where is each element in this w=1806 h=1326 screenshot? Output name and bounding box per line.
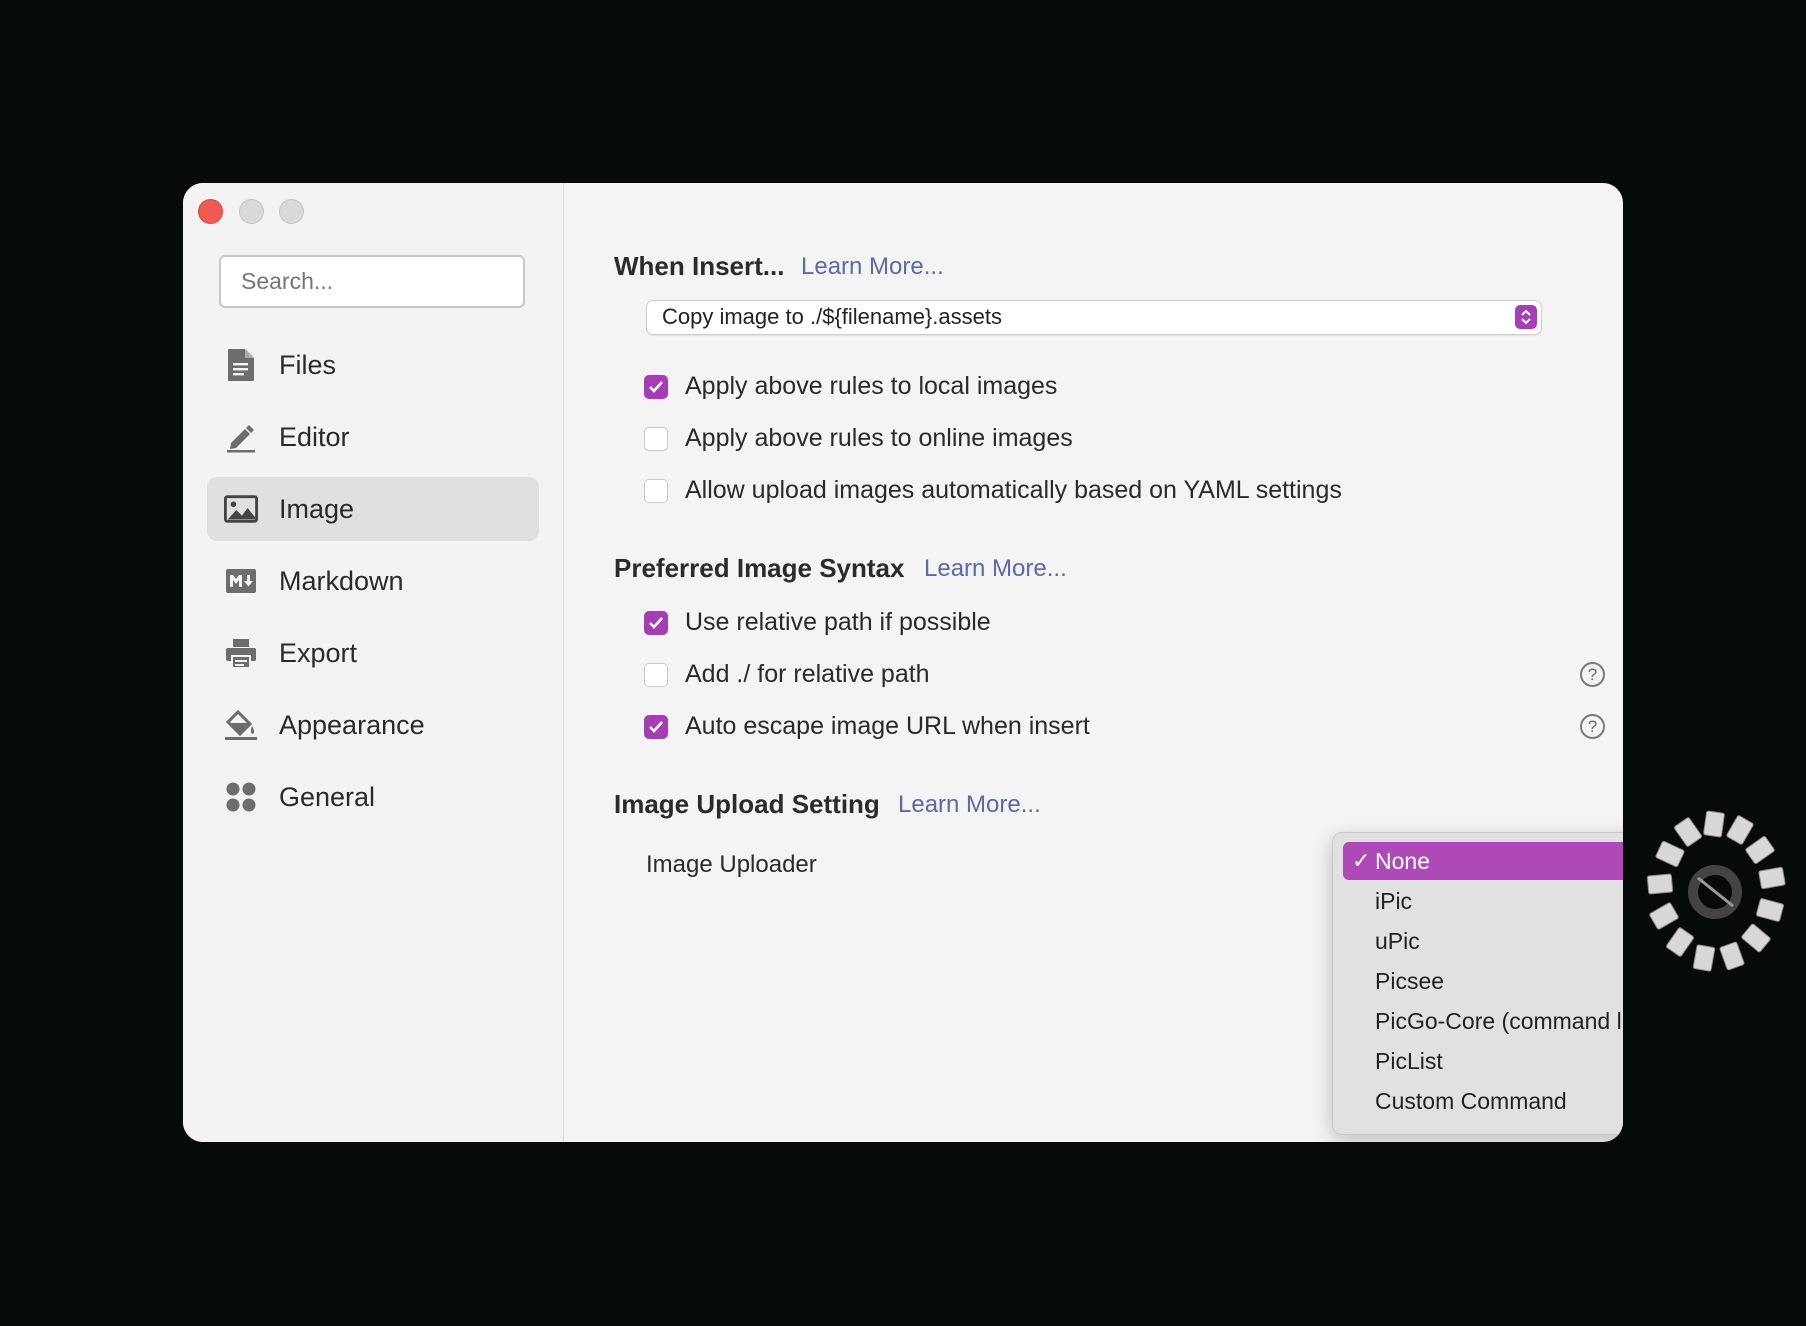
checkbox-label: Apply above rules to online images xyxy=(685,424,1073,452)
image-uploader-label: Image Uploader xyxy=(646,851,817,878)
menu-item-label: Picsee xyxy=(1375,967,1445,994)
menu-item-label: PicGo-Core (command line) xyxy=(1375,1007,1623,1034)
checkbox-unchecked[interactable] xyxy=(644,478,668,503)
sidebar-item-image[interactable]: Image xyxy=(207,477,539,541)
sidebar-item-label: Appearance xyxy=(279,709,425,740)
checkbox-row[interactable]: Apply above rules to online images xyxy=(644,424,1073,453)
sidebar-nav: Files Editor Image Markdown Export Appea… xyxy=(207,333,539,837)
sidebar-item-files[interactable]: Files xyxy=(207,333,539,397)
checkmark-icon xyxy=(649,720,663,733)
sidebar-item-general[interactable]: General xyxy=(207,765,539,829)
when-insert-title: When Insert... xyxy=(614,251,785,281)
checkbox-checked[interactable] xyxy=(644,610,668,635)
sidebar: Files Editor Image Markdown xyxy=(183,183,564,1142)
sidebar-item-label: Export xyxy=(279,637,358,668)
checkbox-label: Auto escape image URL when insert xyxy=(685,712,1090,740)
menu-item-custom-command[interactable]: Custom Command xyxy=(1343,1082,1623,1120)
syntax-title: Preferred Image Syntax xyxy=(614,553,905,583)
image-uploader-dropdown-menu: ✓ None iPic uPic Picsee PicGo-Core (comm… xyxy=(1332,832,1623,1135)
pencil-icon xyxy=(224,420,258,454)
checkbox-label: Allow upload images automatically based … xyxy=(685,476,1342,504)
minimize-window-button[interactable] xyxy=(239,199,264,224)
checkbox-unchecked[interactable] xyxy=(644,662,668,687)
sidebar-item-label: Markdown xyxy=(279,565,404,596)
close-window-button[interactable] xyxy=(198,199,223,224)
search-input[interactable] xyxy=(219,255,525,308)
sidebar-item-label: Image xyxy=(279,493,355,524)
upload-learn-more-link[interactable]: Learn More... xyxy=(898,791,1041,819)
when-insert-select[interactable]: Copy image to ./${filename}.assets xyxy=(646,300,1542,335)
checkbox-row[interactable]: Allow upload images automatically based … xyxy=(644,476,1342,505)
menu-item-picsee[interactable]: Picsee xyxy=(1343,962,1623,1000)
chevron-updown-icon xyxy=(1515,305,1537,329)
sidebar-item-label: Files xyxy=(279,349,337,380)
menu-item-piclist[interactable]: PicList xyxy=(1343,1042,1623,1080)
menu-item-label: None xyxy=(1375,847,1430,874)
checkbox-label: Use relative path if possible xyxy=(685,608,991,636)
upload-title: Image Upload Setting xyxy=(614,789,880,819)
checkbox-row[interactable]: Use relative path if possible xyxy=(644,608,991,637)
file-icon xyxy=(224,348,258,382)
when-insert-learn-more-link[interactable]: Learn More... xyxy=(801,253,944,281)
sidebar-item-editor[interactable]: Editor xyxy=(207,405,539,469)
markdown-icon xyxy=(224,564,258,598)
grid-dots-icon xyxy=(224,780,258,814)
menu-item-none[interactable]: ✓ None xyxy=(1343,842,1623,880)
checkbox-label: Apply above rules to local images xyxy=(685,372,1058,400)
checkmark-icon xyxy=(649,380,663,393)
help-icon[interactable]: ? xyxy=(1580,662,1605,687)
loading-spinner-icon xyxy=(1646,810,1786,972)
menu-item-ipic[interactable]: iPic xyxy=(1343,882,1623,920)
printer-icon xyxy=(224,636,258,670)
sidebar-item-appearance[interactable]: Appearance xyxy=(207,693,539,757)
menu-item-label: PicList xyxy=(1375,1047,1443,1074)
sidebar-item-label: Editor xyxy=(279,421,350,452)
settings-content: When Insert... Learn More... Copy image … xyxy=(564,183,1623,1142)
menu-item-label: uPic xyxy=(1375,927,1420,954)
checkbox-row[interactable]: Add ./ for relative path xyxy=(644,660,930,689)
syntax-learn-more-link[interactable]: Learn More... xyxy=(924,555,1067,583)
checkbox-checked[interactable] xyxy=(644,374,668,399)
sidebar-item-markdown[interactable]: Markdown xyxy=(207,549,539,613)
menu-item-label: Custom Command xyxy=(1375,1087,1567,1114)
preferences-window: Files Editor Image Markdown xyxy=(183,183,1623,1142)
menu-item-label: iPic xyxy=(1375,887,1413,914)
checkbox-row[interactable]: Auto escape image URL when insert xyxy=(644,712,1090,741)
image-icon xyxy=(224,492,258,526)
when-insert-select-value: Copy image to ./${filename}.assets xyxy=(662,304,1002,329)
checkbox-unchecked[interactable] xyxy=(644,426,668,451)
checkbox-row[interactable]: Apply above rules to local images xyxy=(644,372,1057,401)
menu-item-upic[interactable]: uPic xyxy=(1343,922,1623,960)
paint-bucket-icon xyxy=(224,708,258,742)
checkmark-icon xyxy=(649,616,663,629)
help-icon[interactable]: ? xyxy=(1580,714,1605,739)
sidebar-item-label: General xyxy=(279,781,376,812)
checkbox-checked[interactable] xyxy=(644,714,668,739)
checkbox-label: Add ./ for relative path xyxy=(685,660,930,688)
checkmark-icon: ✓ xyxy=(1352,848,1371,873)
menu-item-picgo-core[interactable]: PicGo-Core (command line) xyxy=(1343,1002,1623,1040)
zoom-window-button[interactable] xyxy=(279,199,304,224)
sidebar-item-export[interactable]: Export xyxy=(207,621,539,685)
